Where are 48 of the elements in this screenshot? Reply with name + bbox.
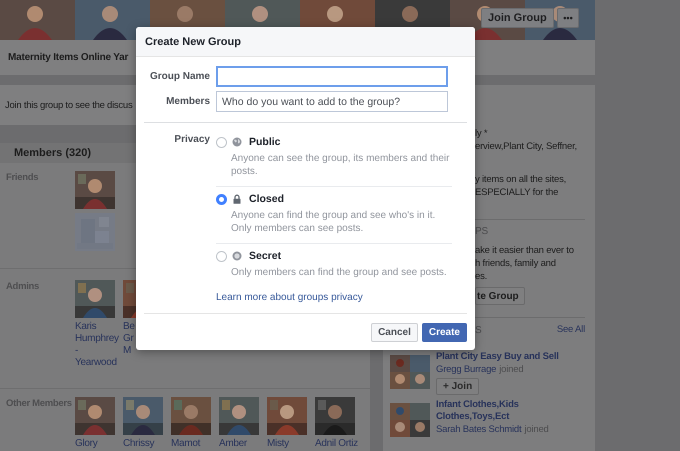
group-name-link[interactable]: Plant City Easy Buy and Sell (436, 351, 585, 363)
radio-button[interactable] (216, 250, 227, 262)
radio-button[interactable] (216, 136, 227, 148)
option-description: Only members can find the group and see posts. (231, 266, 448, 279)
see-all-link[interactable]: See All (556, 324, 585, 343)
option-title: Public (249, 136, 281, 148)
option-title: Closed (249, 193, 284, 205)
member-name[interactable]: Chrissy (123, 438, 154, 450)
input-field[interactable]: Who do you want to add to the group? (216, 91, 448, 112)
member-name[interactable]: Karis Humphrey - Yearwood (75, 321, 119, 369)
join-group-button[interactable]: Join Group (481, 8, 554, 28)
member-name[interactable]: Misty (267, 438, 289, 450)
option-title: Secret (249, 250, 282, 262)
promo-text: es. (475, 270, 488, 283)
about-text: ly * (475, 127, 488, 140)
member-name[interactable]: Adnil Ortiz (315, 438, 358, 450)
create-button[interactable]: Create (422, 322, 467, 342)
option-description: Anyone can find the group and see who's in it. Only members can see posts. (231, 209, 436, 235)
about-text: erview,Plant City, Seffner, (475, 140, 578, 153)
promo-text: h friends, family and (475, 257, 557, 270)
join-button[interactable]: + Join (436, 378, 480, 395)
member-name[interactable]: Amber (219, 438, 247, 450)
lock-icon (232, 194, 242, 204)
member-name[interactable]: Mamot (171, 438, 200, 450)
promo-text: ake it easier than ever to (475, 244, 575, 257)
about-text: ESPECIALLY for the (475, 186, 560, 199)
field-label: Group Name (148, 71, 210, 82)
field-label: Privacy (173, 133, 210, 147)
secret-icon (232, 251, 242, 261)
field-label: Members (165, 96, 210, 107)
member-name[interactable]: Sarah Bates Schmidt (436, 424, 522, 435)
join-notice: Join this group to see the discus (5, 100, 132, 110)
member-name[interactable]: Glory (75, 438, 98, 450)
member-name[interactable]: Gregg Burrage (436, 364, 496, 375)
input-field[interactable] (216, 66, 448, 87)
more-button[interactable]: ••• (557, 8, 579, 28)
group-name-link[interactable]: Infant Clothes,Kids Clothes,Toys,Ect (436, 399, 585, 423)
option-description: Anyone can see the group, its members and their posts. (231, 152, 450, 178)
globe-icon (232, 137, 242, 147)
about-text: y items on all the sites, (475, 173, 568, 186)
member-name[interactable]: Be Gr M (123, 321, 135, 357)
dialog-title: Create New Group (145, 36, 241, 48)
privacy-link[interactable]: Learn more about groups privacy (216, 292, 363, 303)
members-heading: Members (320) (14, 147, 92, 159)
cancel-button[interactable]: Cancel (371, 322, 418, 342)
radio-button[interactable] (216, 194, 227, 204)
group-title: Maternity Items Online Yar (8, 52, 128, 63)
create-group-button[interactable]: te Group (475, 287, 525, 305)
